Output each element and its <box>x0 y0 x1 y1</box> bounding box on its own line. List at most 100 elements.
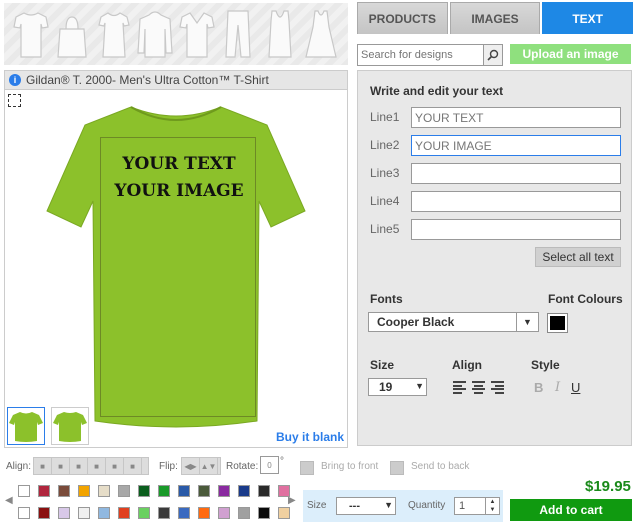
add-to-cart-button[interactable]: Add to cart <box>510 499 632 521</box>
product-type-item[interactable] <box>96 7 132 61</box>
design-text-line[interactable]: YOUR IMAGE <box>101 181 257 201</box>
font-colour-picker[interactable] <box>547 313 568 333</box>
send-to-back-icon[interactable] <box>390 461 404 475</box>
colour-swatch[interactable] <box>218 485 230 497</box>
rotate-value: 0 <box>267 460 272 470</box>
colour-swatch[interactable] <box>218 507 230 519</box>
tab-images[interactable]: IMAGES <box>449 2 541 34</box>
align-vcenter-tool-icon[interactable]: ■ <box>106 458 124 474</box>
front-view-thumbnail[interactable] <box>7 407 45 445</box>
colour-swatch[interactable] <box>238 507 250 519</box>
increment-icon[interactable]: ▲ <box>490 499 496 505</box>
align-left-tool-icon[interactable]: ■ <box>34 458 52 474</box>
size-select-value: --- <box>349 500 360 512</box>
colour-swatch[interactable] <box>78 485 90 497</box>
align-bottom-tool-icon[interactable]: ■ <box>124 458 142 474</box>
hoodie-icon <box>137 11 173 58</box>
decrement-icon[interactable]: ▼ <box>490 507 496 513</box>
search-input[interactable] <box>358 45 483 65</box>
font-size-select[interactable]: 19 ▼ <box>368 378 427 396</box>
colour-swatch[interactable] <box>158 507 170 519</box>
colour-swatch[interactable] <box>278 507 290 519</box>
womens-tee-icon <box>98 12 130 58</box>
colour-swatch[interactable] <box>238 485 250 497</box>
upload-image-button[interactable]: Upload an image <box>510 44 631 64</box>
align-hcenter-tool-icon[interactable]: ■ <box>52 458 70 474</box>
colour-swatch[interactable] <box>78 507 90 519</box>
tshirt-icon <box>13 12 49 58</box>
font-select[interactable]: Cooper Black ▼ <box>368 312 539 332</box>
colour-swatch[interactable] <box>258 485 270 497</box>
italic-button[interactable]: I <box>555 380 560 395</box>
colour-swatch[interactable] <box>18 507 30 519</box>
underline-button[interactable]: U <box>571 380 580 395</box>
colour-swatch[interactable] <box>118 507 130 519</box>
select-all-text-button[interactable]: Select all text <box>535 247 621 267</box>
colour-swatch[interactable] <box>178 507 190 519</box>
colour-swatch[interactable] <box>98 485 110 497</box>
rotate-input[interactable]: 0 <box>260 456 279 474</box>
line1-input[interactable] <box>411 107 621 128</box>
pants-icon <box>225 10 251 58</box>
flip-tool-label: Flip: <box>159 461 178 472</box>
colour-swatch[interactable] <box>38 507 50 519</box>
rotate-tool-label: Rotate: <box>226 461 259 472</box>
align-center-icon[interactable] <box>472 381 485 394</box>
colour-swatch[interactable] <box>138 485 150 497</box>
product-type-item[interactable] <box>137 7 173 61</box>
align-right-icon[interactable] <box>491 381 504 394</box>
colour-swatch[interactable] <box>178 485 190 497</box>
line3-label: Line3 <box>370 166 400 180</box>
align-top-tool-icon[interactable]: ■ <box>88 458 106 474</box>
tab-text[interactable]: TEXT <box>542 2 634 34</box>
align-left-icon[interactable] <box>453 381 466 394</box>
colour-swatch[interactable] <box>58 507 70 519</box>
colour-swatch[interactable] <box>98 507 110 519</box>
design-text-line[interactable]: YOUR TEXT <box>101 154 257 174</box>
colour-swatch[interactable] <box>198 485 210 497</box>
product-type-item[interactable] <box>13 7 49 61</box>
bring-to-front-button[interactable]: Bring to front <box>321 461 378 472</box>
colour-swatch[interactable] <box>58 485 70 497</box>
flip-vertical-icon[interactable]: ▲▼ <box>200 458 218 474</box>
bold-button[interactable]: B <box>534 380 543 395</box>
tank-top-icon <box>268 10 292 58</box>
size-option-label: Size <box>307 500 327 511</box>
chevron-down-icon: ▼ <box>384 500 393 510</box>
search-button[interactable] <box>483 45 502 65</box>
buy-blank-link[interactable]: Buy it blank <box>276 430 344 444</box>
colour-swatch[interactable] <box>18 485 30 497</box>
line4-input[interactable] <box>411 191 621 212</box>
colour-swatch[interactable] <box>258 507 270 519</box>
product-type-item[interactable] <box>220 7 256 61</box>
info-icon[interactable]: i <box>9 74 21 86</box>
palette-next-icon[interactable]: ▶ <box>288 495 296 506</box>
palette-prev-icon[interactable]: ◀ <box>5 495 13 506</box>
product-type-item[interactable] <box>303 7 339 61</box>
print-area[interactable]: YOUR TEXT YOUR IMAGE <box>100 137 256 417</box>
align-tools: ■ ■ ■ ■ ■ ■ <box>33 457 149 475</box>
send-to-back-button[interactable]: Send to back <box>411 461 469 472</box>
line3-input[interactable] <box>411 163 621 184</box>
align-right-tool-icon[interactable]: ■ <box>70 458 88 474</box>
flip-horizontal-icon[interactable]: ◀▶ <box>182 458 200 474</box>
quantity-stepper[interactable]: 1 ▲ ▼ <box>454 497 500 515</box>
size-select[interactable]: --- ▼ <box>336 497 396 515</box>
tab-products[interactable]: PRODUCTS <box>357 2 448 34</box>
select-tool-icon[interactable] <box>8 94 21 107</box>
back-view-thumbnail[interactable] <box>51 407 89 445</box>
colour-swatch[interactable] <box>158 485 170 497</box>
product-type-item[interactable] <box>54 7 90 61</box>
product-type-item[interactable] <box>179 7 215 61</box>
colour-swatch[interactable] <box>198 507 210 519</box>
line5-input[interactable] <box>411 219 621 240</box>
colour-swatch[interactable] <box>38 485 50 497</box>
panel-title: Write and edit your text <box>370 84 504 98</box>
chevron-down-icon: ▼ <box>516 313 538 331</box>
colour-swatch[interactable] <box>138 507 150 519</box>
product-type-item[interactable] <box>262 7 298 61</box>
colour-swatch[interactable] <box>118 485 130 497</box>
bring-to-front-icon[interactable] <box>300 461 314 475</box>
line2-input[interactable] <box>411 135 621 156</box>
shirt-colour-palette <box>18 485 290 523</box>
